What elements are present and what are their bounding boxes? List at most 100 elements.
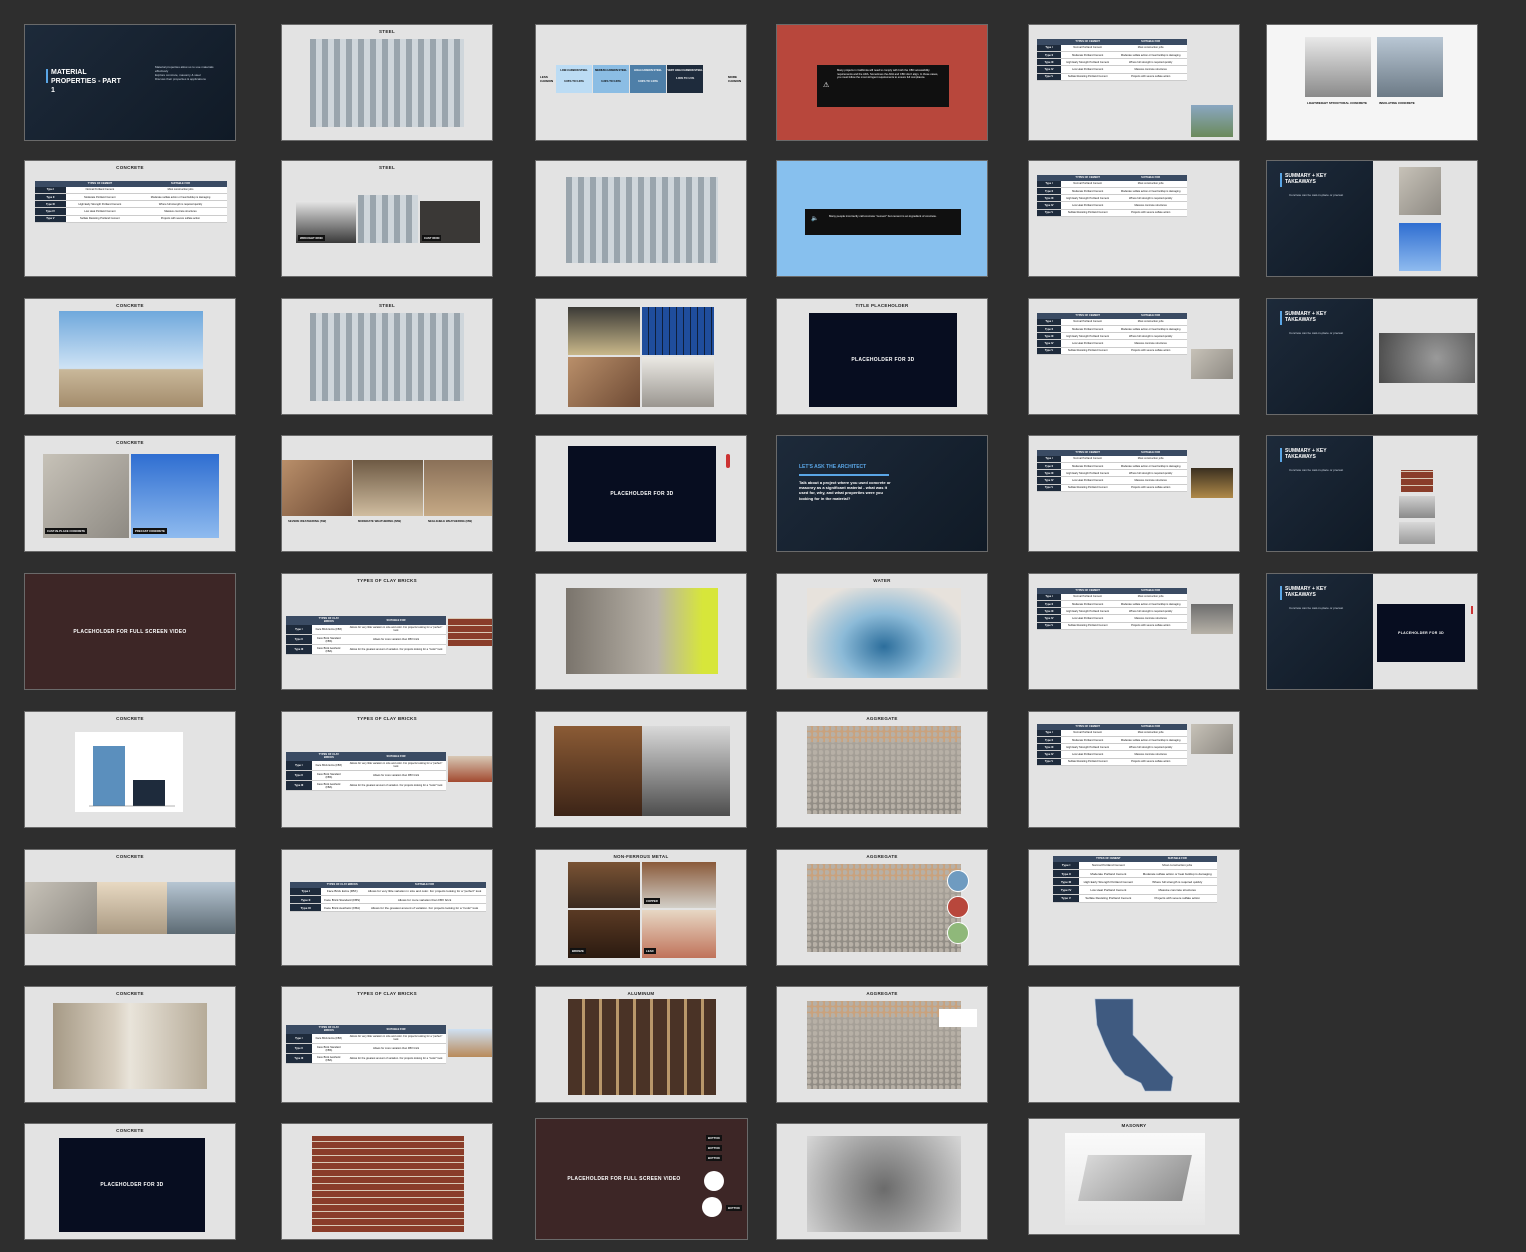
cmu-photo — [1065, 1133, 1205, 1225]
photo — [1379, 333, 1475, 383]
slide-california-map[interactable] — [1028, 986, 1240, 1103]
caption: CAST IRON — [422, 235, 442, 241]
photo — [448, 618, 492, 646]
salk-photo — [59, 311, 203, 407]
slide-aggregate-1[interactable]: AGGREGATE — [776, 711, 988, 828]
slide-steel-1[interactable]: STEEL — [281, 24, 493, 141]
photo — [568, 999, 716, 1095]
photo — [642, 726, 730, 816]
photo — [282, 460, 352, 516]
slide-title: TYPES OF CLAY BRICKS — [357, 716, 417, 721]
slide-alert-blue[interactable]: Many people incorrectly call concrete "c… — [776, 160, 988, 277]
cement-table: TYPES OF CEMENT SUITABLE FOR Type I Normal… — [35, 181, 227, 223]
divider — [799, 474, 889, 476]
slide-3d-1[interactable]: PLACEHOLDER FOR 3D — [535, 435, 747, 552]
slide-title: CONCRETE — [116, 1128, 144, 1133]
slide-steel-3[interactable]: STEEL — [281, 298, 493, 415]
slide-aggregate-2[interactable]: AGGREGATE — [776, 849, 988, 966]
video-button[interactable]: BUTTON — [706, 1135, 722, 1141]
slide-ibeams[interactable] — [535, 711, 747, 828]
slide-masonry[interactable]: MASONRY — [1028, 1118, 1240, 1235]
slide-cement-1[interactable]: TYPES OF CEMENT SUITABLE FOR Type I Normal… — [1028, 24, 1240, 141]
thermometer-icon — [726, 454, 730, 468]
slide-lightweight[interactable]: LIGHTWEIGHT STRUCTURAL CONCRETE INSULATI… — [1266, 24, 1478, 141]
slide-cement-3[interactable]: TYPES OF CEMENT SUITABLE FOR Type I Normal… — [1028, 298, 1240, 415]
caption: BRONZE — [570, 948, 586, 954]
slide-bricks-2[interactable]: TYPES OF CLAY BRICKS TYPES OF CLAY BRICK… — [281, 711, 493, 828]
label-less: LESS CARBON — [540, 75, 554, 83]
house-icon[interactable] — [947, 922, 969, 944]
slide-title: TYPES OF CLAY BRICKS — [357, 578, 417, 583]
cement-table: TYPES OF CEMENT SUITABLE FOR Type I Normal… — [1037, 175, 1187, 217]
photo — [554, 726, 642, 816]
3d-placeholder: PLACEHOLDER FOR 3D — [568, 446, 716, 542]
slide-cement-2[interactable]: TYPES OF CEMENT SUITABLE FOR Type I Normal… — [1028, 160, 1240, 277]
slide-concrete-strip[interactable]: CONCRETE — [24, 849, 236, 966]
slide-title-placeholder[interactable]: TITLE PLACEHOLDER PLACEHOLDER FOR 3D — [776, 298, 988, 415]
slide-title: CONCRETE — [116, 165, 144, 170]
caption: PRECAST CONCRETE — [133, 528, 167, 534]
slide-concrete-interior[interactable]: CONCRETE — [24, 986, 236, 1103]
slide-title: STEEL — [378, 165, 395, 170]
video-placeholder: PLACEHOLDER FOR FULL SCREEN VIDEO — [567, 1176, 681, 1182]
photo — [353, 460, 423, 516]
brick-table: TYPES OF CLAY BRICKS SUITABLE FOR Type IF… — [286, 1025, 446, 1065]
slide-nonferrous[interactable]: NON-FERROUS METAL COPPER BRONZE LEAD — [535, 849, 747, 966]
slide-bricks-1[interactable]: TYPES OF CLAY BRICKS TYPES OF CLAY BRICK… — [281, 573, 493, 690]
slide-concrete-salk[interactable]: CONCRETE — [24, 298, 236, 415]
slide-1-title[interactable]: MATERIAL PROPERTIES - PART 1 Material pr… — [24, 24, 236, 141]
photo — [358, 195, 418, 243]
slide-concrete-pour[interactable]: CONCRETE CAST-IN-PLACE CONCRETE PRECAST … — [24, 435, 236, 552]
thermometer-icon[interactable] — [702, 1197, 722, 1217]
slide-weathering[interactable]: SEVERE WEATHERING (SW) MODERATE WEATHERI… — [281, 435, 493, 552]
video-button[interactable]: BUTTON — [706, 1145, 722, 1151]
slide-spray[interactable] — [535, 573, 747, 690]
photo — [1399, 167, 1441, 215]
label-more: MORE CARBON — [728, 75, 742, 83]
slide-title: TITLE PLACEHOLDER — [855, 303, 909, 308]
thermometer-icon[interactable] — [704, 1171, 724, 1191]
slide-summary-4[interactable]: SUMMARY + KEY TAKEAWAYS Concrete can be … — [1266, 573, 1478, 690]
slide-cement-6[interactable]: TYPES OF CEMENT SUITABLE FOR Type I Normal… — [1028, 711, 1240, 828]
slide-title: CONCRETE — [116, 716, 144, 721]
fire-icon[interactable] — [947, 896, 969, 918]
slide-carbon[interactable]: LESS CARBON MORE CARBON LOW-CARBON STEEL… — [535, 24, 747, 141]
slide-cement-5[interactable]: TYPES OF CEMENT SUITABLE FOR Type I Normal… — [1028, 573, 1240, 690]
photo — [448, 1029, 492, 1057]
summary-title: SUMMARY + KEY TAKEAWAYS — [1280, 586, 1345, 600]
slide-summary-2[interactable]: SUMMARY + KEY TAKEAWAYS Concrete can be … — [1266, 298, 1478, 415]
slide-title: ALUMINUM — [627, 991, 655, 996]
slide-alert-red[interactable]: Many projects in California will need to… — [776, 24, 988, 141]
slide-concrete-3d[interactable]: CONCRETE PLACEHOLDER FOR 3D — [24, 1123, 236, 1240]
slide-water[interactable]: WATER — [776, 573, 988, 690]
slide-concrete-chart[interactable]: CONCRETE — [24, 711, 236, 828]
cmu-block — [1078, 1155, 1192, 1201]
slide-video-2[interactable]: PLACEHOLDER FOR FULL SCREEN VIDEO BUTTON… — [535, 1118, 748, 1240]
slide-video[interactable]: PLACEHOLDER FOR FULL SCREEN VIDEO — [24, 573, 236, 690]
photo — [568, 862, 640, 908]
photo — [568, 307, 640, 355]
slide-cement-4[interactable]: TYPES OF CEMENT SUITABLE FOR Type I Normal… — [1028, 435, 1240, 552]
slide-brick-stack[interactable] — [281, 1123, 493, 1240]
slide-glass-grid[interactable] — [535, 298, 747, 415]
slide-cement-7[interactable]: TYPES OF CEMENT SUITABLE FOR Type I Normal… — [1028, 849, 1240, 966]
sound-icon[interactable] — [947, 870, 969, 892]
slide-ask-architect[interactable]: LET'S ASK THE ARCHITECT Talk about a pro… — [776, 435, 988, 552]
slide-summary-1[interactable]: SUMMARY + KEY TAKEAWAYS Concrete can be … — [1266, 160, 1478, 277]
slide-aluminum[interactable]: ALUMINUM — [535, 986, 747, 1103]
photo — [642, 307, 714, 355]
video-button[interactable]: BUTTON — [706, 1155, 722, 1161]
slide-concrete-table[interactable]: CONCRETE TYPES OF CEMENT SUITABLE FOR Typ… — [24, 160, 236, 277]
slide-mixing[interactable] — [776, 1123, 988, 1240]
slide-summary-3[interactable]: SUMMARY + KEY TAKEAWAYS Concrete can be … — [1266, 435, 1478, 552]
slide-title: CONCRETE — [116, 440, 144, 445]
video-button[interactable]: BUTTON — [726, 1205, 742, 1211]
slide-steel-frame[interactable] — [535, 160, 747, 277]
alert-box: Many people incorrectly call concrete "c… — [805, 209, 961, 235]
slide-bricks-3[interactable]: TYPES OF CLAY BRICKS SUITABLE FOR Type IF… — [281, 849, 493, 966]
photo — [1399, 522, 1435, 544]
slide-steel-2[interactable]: STEEL WROUGHT IRON CAST IRON — [281, 160, 493, 277]
slide-bricks-4[interactable]: TYPES OF CLAY BRICKS TYPES OF CLAY BRICK… — [281, 986, 493, 1103]
slide-title: STEEL — [378, 303, 395, 308]
slide-aggregate-3[interactable]: AGGREGATE — [776, 986, 988, 1103]
